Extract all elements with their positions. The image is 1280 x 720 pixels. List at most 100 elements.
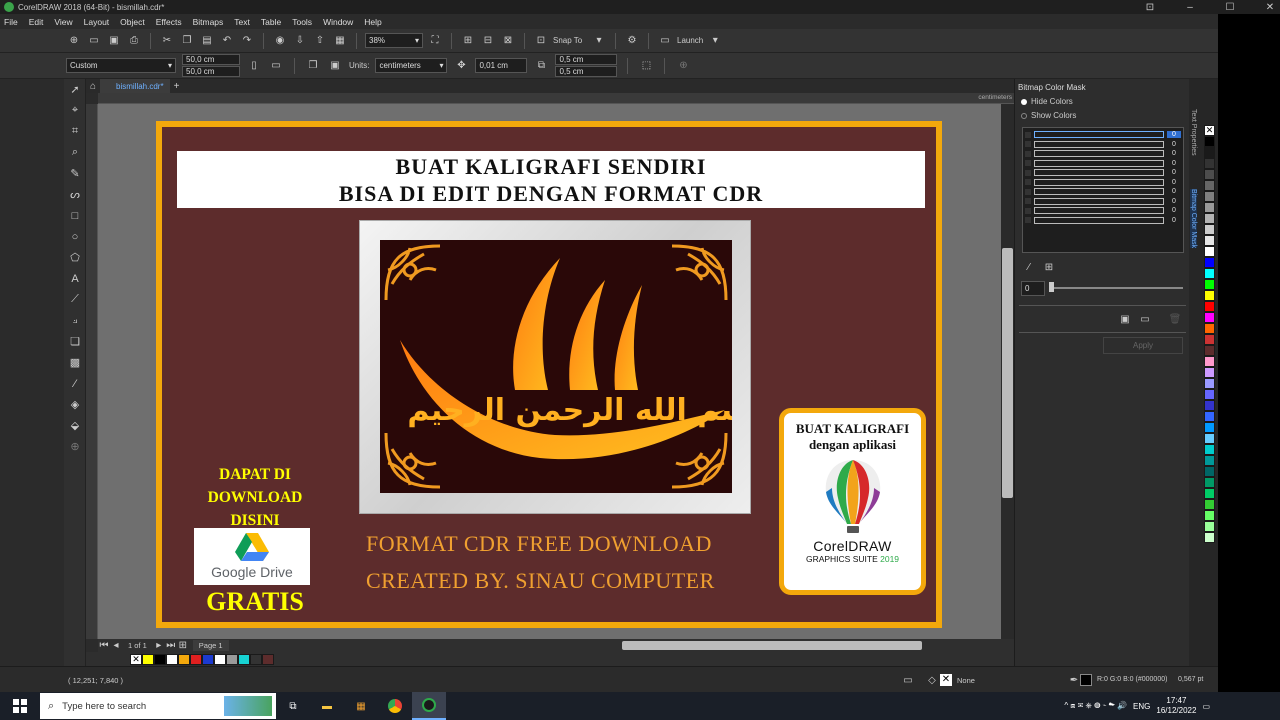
save-icon[interactable]: ▣	[106, 33, 122, 49]
notifications-icon[interactable]: ▭	[1202, 702, 1210, 711]
palette-swatch[interactable]	[1204, 334, 1215, 345]
palette-swatch[interactable]	[1204, 455, 1215, 466]
menu-edit[interactable]: Edit	[29, 17, 44, 27]
document-tab[interactable]: bismillah.cdr*	[100, 79, 170, 93]
chevron-down-icon[interactable]: ▾	[707, 33, 723, 49]
menu-effects[interactable]: Effects	[156, 17, 182, 27]
zoom-tool-icon[interactable]: ⌕	[64, 142, 86, 163]
swatch-white-2[interactable]	[214, 653, 226, 665]
ellipse-tool-icon[interactable]: ○	[64, 226, 86, 247]
palette-swatch[interactable]	[1204, 224, 1215, 235]
menu-tools[interactable]: Tools	[292, 17, 312, 27]
smart-fill-icon[interactable]: ⬙	[64, 415, 86, 436]
tab-text-properties[interactable]: Text Properties	[1190, 109, 1197, 156]
palette-swatch[interactable]	[1204, 147, 1215, 158]
menu-layout[interactable]: Layout	[84, 17, 110, 27]
palette-swatch[interactable]	[1204, 510, 1215, 521]
palette-swatch[interactable]	[1204, 290, 1215, 301]
page-width-field[interactable]: 50,0 cm	[182, 54, 240, 65]
add-icon[interactable]: ⊕	[675, 58, 691, 74]
crop-tool-icon[interactable]: ⌗	[64, 121, 86, 142]
format-line[interactable]: FORMAT CDR FREE DOWNLOAD	[366, 531, 712, 557]
palette-swatch[interactable]	[1204, 422, 1215, 433]
snap-icon[interactable]: ⊡	[533, 33, 549, 49]
palette-swatch[interactable]	[1204, 136, 1215, 147]
open-mask-icon[interactable]: ▭	[1137, 311, 1153, 327]
mask-row[interactable]: 0	[1025, 197, 1181, 207]
portrait-icon[interactable]: ▯	[246, 58, 262, 74]
palette-swatch[interactable]	[1204, 158, 1215, 169]
mask-row[interactable]: 0	[1025, 130, 1181, 140]
mask-row[interactable]: 0	[1025, 187, 1181, 197]
publish-pdf-icon[interactable]: ▦	[332, 33, 348, 49]
palette-swatch[interactable]	[1204, 191, 1215, 202]
full-screen-icon[interactable]: ⛶	[427, 33, 443, 49]
pick-tool-icon[interactable]: ➚	[64, 79, 86, 100]
palette-swatch[interactable]	[1204, 202, 1215, 213]
palette-swatch[interactable]	[1204, 444, 1215, 455]
page-preset-select[interactable]: Custom ▾	[66, 58, 176, 73]
shape-tool-icon[interactable]: ⌖	[64, 100, 86, 121]
palette-swatch[interactable]	[1204, 257, 1215, 268]
palette-swatch[interactable]	[1204, 488, 1215, 499]
menu-bitmaps[interactable]: Bitmaps	[193, 17, 224, 27]
swatch-white[interactable]	[166, 653, 178, 665]
hide-colors-radio[interactable]: Hide Colors	[1021, 97, 1073, 106]
mask-row[interactable]: 0	[1025, 168, 1181, 178]
mask-row[interactable]: 0	[1025, 159, 1181, 169]
drawing-canvas[interactable]: BUAT KALIGRAFI SENDIRI BISA DI EDIT DENG…	[98, 104, 1001, 639]
clock[interactable]: 17:47 16/12/2022	[1156, 696, 1196, 716]
guidelines-icon[interactable]: ⊠	[500, 33, 516, 49]
undo-icon[interactable]: ↶	[219, 33, 235, 49]
menu-text[interactable]: Text	[234, 17, 250, 27]
new-tab-icon[interactable]: +	[170, 79, 184, 93]
coreldraw-taskbar-icon[interactable]	[412, 692, 446, 720]
maximize-button[interactable]: ☐	[1210, 0, 1250, 14]
palette-swatch[interactable]	[1204, 323, 1215, 334]
swatch-red[interactable]	[190, 653, 202, 665]
apply-button[interactable]: Apply	[1103, 337, 1183, 354]
menu-table[interactable]: Table	[261, 17, 281, 27]
palette-swatch[interactable]	[1204, 521, 1215, 532]
zoom-level-field[interactable]: 38% ▾	[365, 33, 423, 48]
palette-swatch[interactable]	[1204, 433, 1215, 444]
headline-box[interactable]: BUAT KALIGRAFI SENDIRI BISA DI EDIT DENG…	[177, 151, 925, 208]
vertical-scroll-thumb[interactable]	[1002, 248, 1013, 498]
palette-swatch[interactable]	[1204, 246, 1215, 257]
artistic-media-icon[interactable]: ᔕ	[64, 184, 86, 205]
add-tool-icon[interactable]: ⊕	[64, 436, 86, 457]
page-height-field[interactable]: 50,0 cm	[182, 66, 240, 77]
eyedropper-icon[interactable]: ⁄	[64, 373, 86, 394]
palette-swatch[interactable]	[1204, 400, 1215, 411]
palette-swatch[interactable]	[1204, 477, 1215, 488]
palette-swatch[interactable]	[1204, 499, 1215, 510]
close-button[interactable]: ✕	[1250, 0, 1280, 14]
units-select[interactable]: centimeters ▾	[375, 58, 448, 73]
menu-object[interactable]: Object	[120, 17, 145, 27]
import-icon[interactable]: ⇩	[292, 33, 308, 49]
palette-swatch[interactable]	[1204, 411, 1215, 422]
download-note[interactable]: DAPAT DI DOWNLOAD DISINI	[195, 463, 315, 532]
mask-row[interactable]: 0	[1025, 140, 1181, 150]
color-mask-list[interactable]: 0 0 0 0 0 0 0 0 0 0	[1022, 127, 1184, 253]
parallel-dimension-icon[interactable]: ⟋	[64, 289, 86, 310]
horizontal-ruler[interactable]: centimeters	[98, 93, 1014, 104]
tolerance-value-field[interactable]: 0	[1021, 281, 1045, 296]
tolerance-slider[interactable]	[1049, 287, 1183, 289]
palette-swatch[interactable]	[1204, 466, 1215, 477]
created-line[interactable]: CREATED BY. SINAU COMPUTER	[366, 568, 715, 594]
color-proof-icon[interactable]: ▭	[900, 672, 916, 688]
calculator-icon[interactable]: ▦	[344, 692, 378, 720]
rectangle-tool-icon[interactable]: □	[64, 205, 86, 226]
palette-swatch[interactable]	[1204, 268, 1215, 279]
palette-swatch[interactable]	[1204, 367, 1215, 378]
swatch-gray[interactable]	[226, 653, 238, 665]
connector-tool-icon[interactable]: ⟓	[64, 310, 86, 331]
palette-swatch[interactable]	[1204, 312, 1215, 323]
page-tab[interactable]: Page 1	[192, 640, 229, 651]
menu-help[interactable]: Help	[364, 17, 381, 27]
freehand-tool-icon[interactable]: ✎	[64, 163, 86, 184]
duplicate-y-field[interactable]: 0,5 cm	[555, 66, 618, 77]
coreldraw-badge[interactable]: BUAT KALIGRAFI dengan aplikasi CorelDRAW…	[779, 408, 926, 595]
nudge-distance-field[interactable]: 0,01 cm	[475, 58, 528, 73]
